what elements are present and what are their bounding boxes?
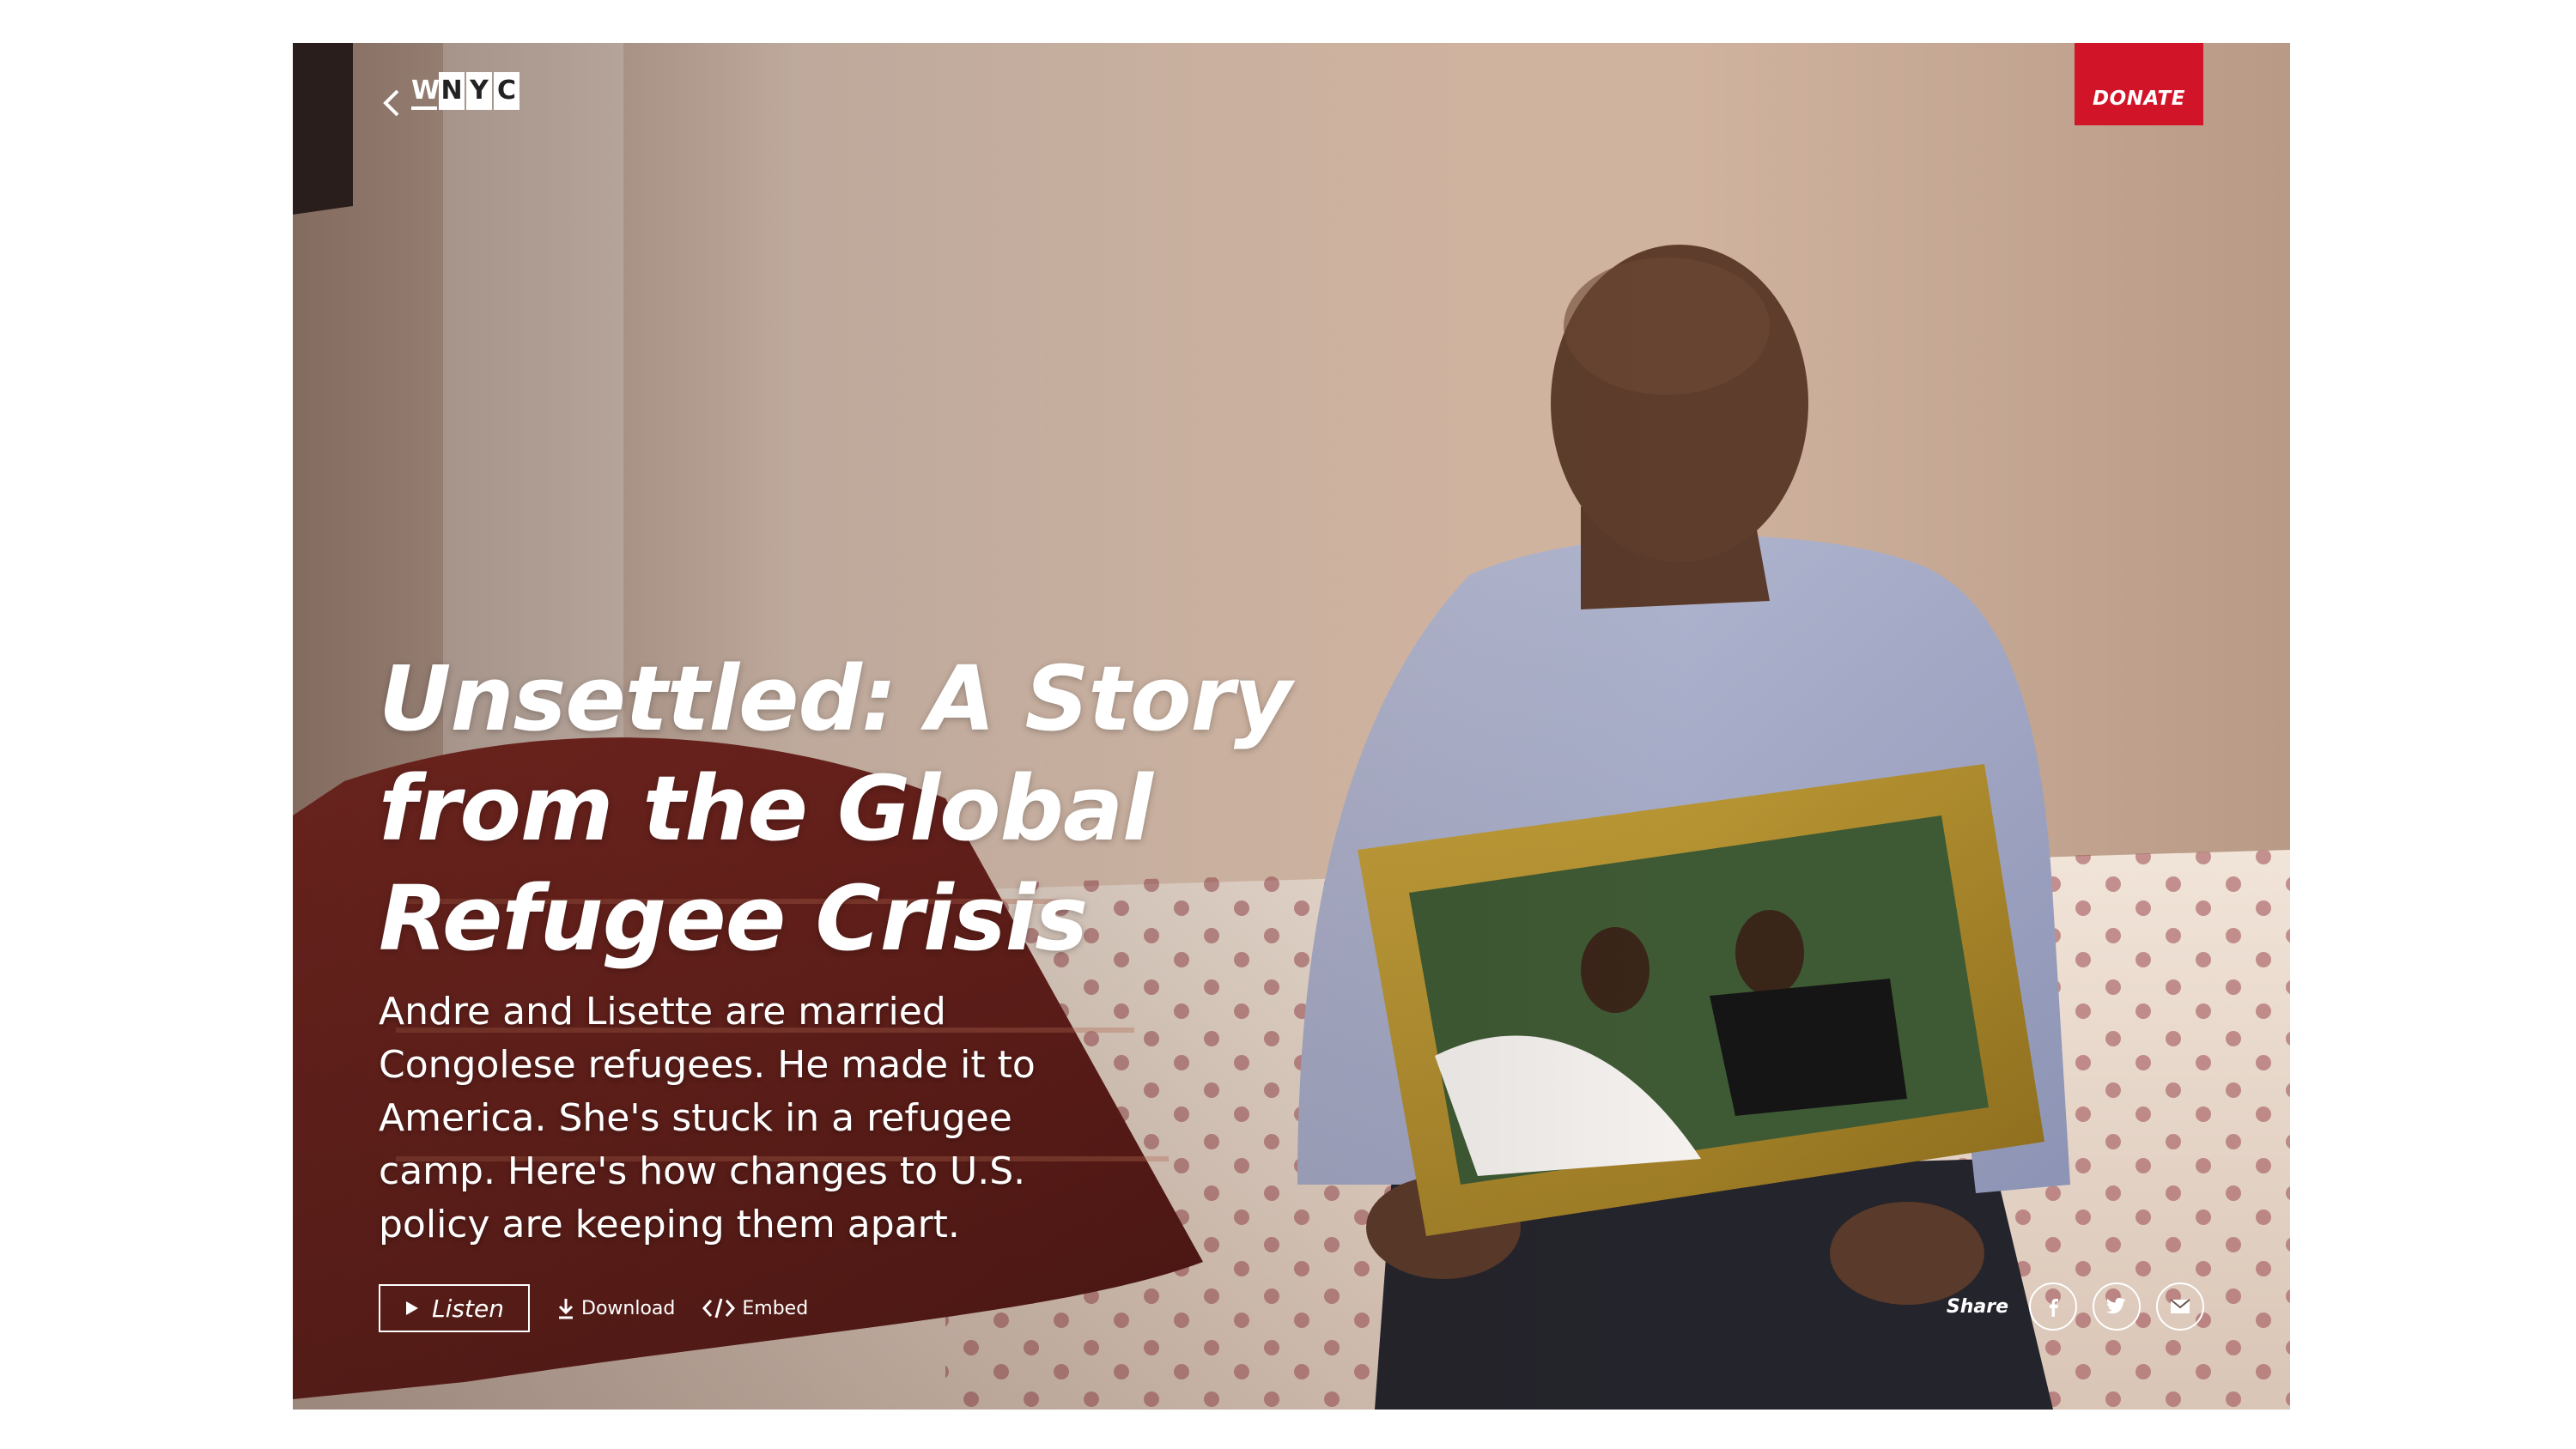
twitter-icon [2106,1298,2126,1314]
play-icon [406,1301,419,1315]
story-dek: Andre and Lisette are married Congolese … [379,990,1036,1246]
embed-link[interactable]: Embed [702,1297,808,1319]
email-icon [2170,1299,2190,1313]
embed-label: Embed [742,1297,809,1319]
story-title-line: Unsettled: A Story [379,646,1292,751]
logo-letter: N [439,72,465,110]
download-label: Download [581,1297,676,1319]
listen-label: Listen [432,1294,504,1323]
logo-letter: C [494,72,519,110]
listen-button[interactable]: Listen [379,1284,530,1332]
logo-letter: W [411,72,440,110]
code-icon [702,1298,736,1319]
download-link[interactable]: Download [557,1297,675,1319]
share-bar: Share [1947,1282,2204,1331]
share-label: Share [1946,1295,2008,1318]
chevron-left-icon [383,89,399,117]
email-share-button[interactable] [2156,1282,2204,1331]
back-button[interactable] [379,86,404,120]
wnyc-logo[interactable]: W N Y C [411,72,519,110]
twitter-share-button[interactable] [2093,1282,2141,1331]
facebook-share-button[interactable] [2029,1282,2077,1331]
hero-section: W N Y C DONATE Unsettled: A Story from t… [293,43,2290,1410]
story-actions: Listen Download Embed [379,1283,808,1333]
facebook-icon [2050,1299,2058,1317]
story-title: Unsettled: A Story from the Global Refug… [379,644,1366,973]
story-title-line: from the Global [379,756,1153,861]
story-title-line: Refugee Crisis [379,866,1088,971]
donate-button[interactable]: DONATE [2075,43,2203,125]
logo-letter: Y [466,72,492,110]
download-icon [558,1299,574,1319]
